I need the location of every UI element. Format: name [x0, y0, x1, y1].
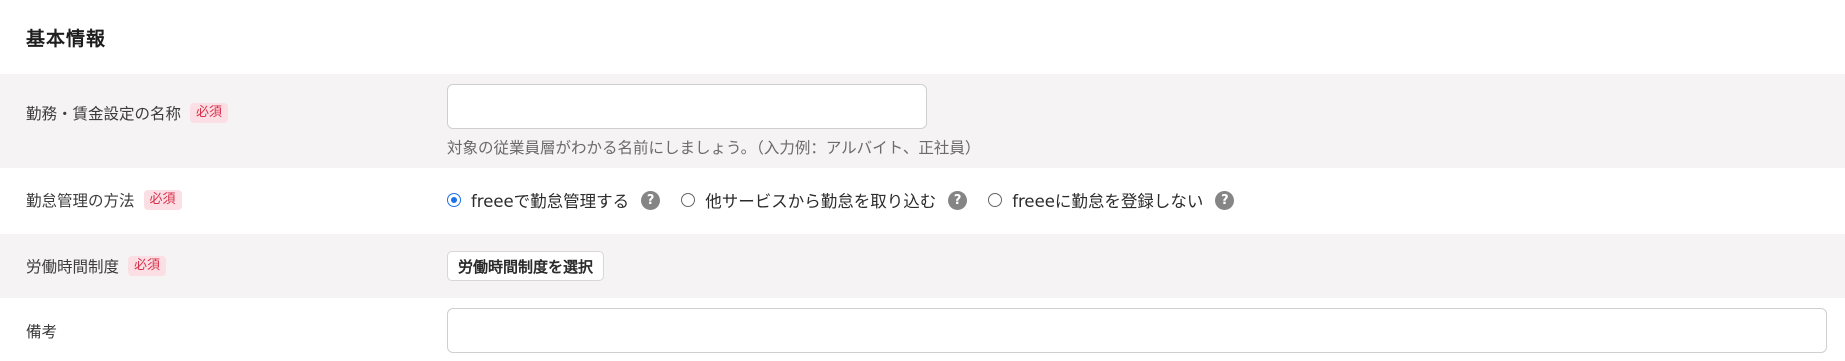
row-work-system: 労働時間制度 必須 労働時間制度を選択 [0, 234, 1845, 298]
attendance-radio-group: freeeで勤怠管理する ? 他サービスから勤怠を取り込む ? freeeに勤怠… [447, 188, 1255, 212]
help-icon[interactable]: ? [1215, 190, 1235, 210]
section-title: 基本情報 [26, 28, 107, 50]
section-header: 基本情報 [0, 0, 1845, 74]
radio-button[interactable] [681, 193, 696, 207]
name-hint: 対象の従業員層がわかる名前にしましょう。（入力例：アルバイト、正社員） [447, 139, 981, 157]
help-icon[interactable]: ? [948, 190, 968, 210]
name-label: 勤務・賃金設定の名称 [26, 105, 182, 123]
radio-label[interactable]: freeeに勤怠を登録しない [1012, 188, 1203, 212]
select-work-system-button[interactable]: 労働時間制度を選択 [447, 251, 605, 281]
row-notes: 備考 [0, 298, 1845, 361]
required-badge: 必須 [128, 256, 167, 276]
field-label-name: 勤務・賃金設定の名称 必須 [26, 102, 229, 124]
required-badge: 必須 [143, 190, 182, 210]
name-input[interactable] [447, 84, 927, 129]
notes-input[interactable] [447, 308, 1827, 353]
row-name: 勤務・賃金設定の名称 必須 対象の従業員層がわかる名前にしましょう。（入力例：ア… [0, 74, 1845, 168]
radio-option-freee[interactable]: freeeで勤怠管理する ? [447, 188, 661, 212]
row-attendance: 勤怠管理の方法 必須 freeeで勤怠管理する ? 他サービスから勤怠を取り込む… [0, 168, 1845, 234]
radio-option-import[interactable]: 他サービスから勤怠を取り込む ? [681, 188, 968, 212]
required-badge: 必須 [190, 103, 229, 123]
radio-button[interactable] [988, 193, 1003, 207]
radio-option-none[interactable]: freeeに勤怠を登録しない ? [988, 188, 1235, 212]
attendance-label: 勤怠管理の方法 [26, 192, 135, 210]
notes-label: 備考 [26, 323, 58, 341]
field-label-notes: 備考 [26, 320, 57, 342]
radio-label[interactable]: 他サービスから勤怠を取り込む [705, 188, 936, 212]
help-icon[interactable]: ? [641, 190, 661, 210]
work-system-label: 労働時間制度 [26, 258, 120, 276]
radio-label[interactable]: freeeで勤怠管理する [471, 188, 629, 212]
field-label-work-system: 労働時間制度 必須 [26, 255, 167, 277]
radio-button-checked[interactable] [447, 193, 461, 207]
field-label-attendance: 勤怠管理の方法 必須 [26, 189, 182, 211]
